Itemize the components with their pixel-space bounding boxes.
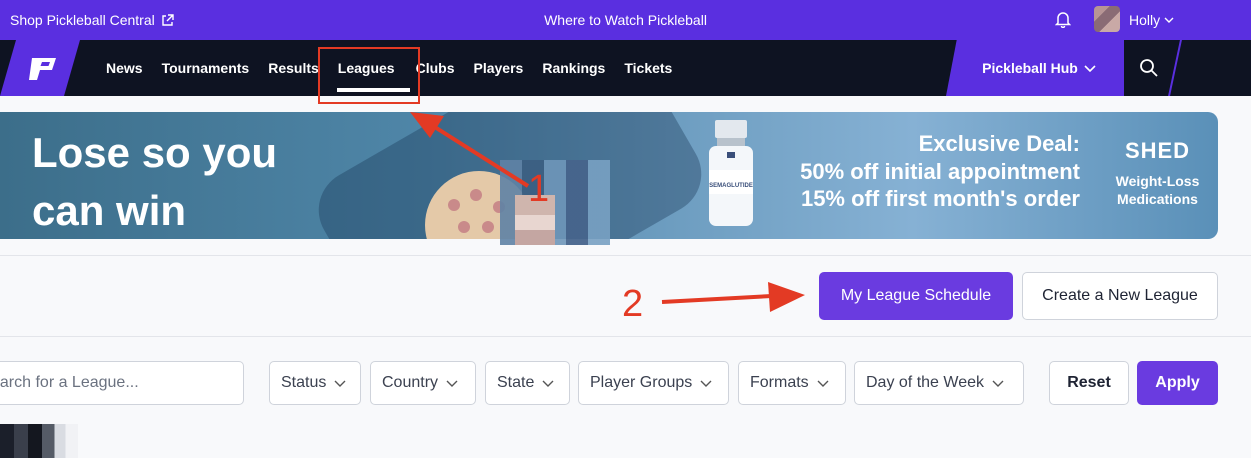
nav-item-results[interactable]: Results	[268, 60, 319, 76]
annotation-highlight-box	[318, 47, 420, 104]
state-filter-label: State	[497, 374, 535, 391]
divider-top	[0, 255, 1251, 256]
pixelated-area-3	[0, 424, 78, 458]
hub-label: Pickleball Hub	[982, 60, 1078, 76]
my-league-schedule-label: My League Schedule	[840, 287, 992, 304]
reset-label: Reset	[1067, 374, 1111, 391]
formats-filter[interactable]: Formats	[738, 361, 846, 405]
nav-item-rankings[interactable]: Rankings	[542, 60, 605, 76]
status-filter[interactable]: Status	[269, 361, 361, 405]
top-bar: Shop Pickleball Central Where to Watch P…	[0, 0, 1251, 40]
chevron-down-icon	[1084, 64, 1096, 72]
deal-line2: 15% off first month's order	[800, 186, 1080, 211]
search-placeholder: earch for a League...	[0, 374, 139, 391]
where-to-watch-label: Where to Watch Pickleball	[544, 12, 707, 28]
annotation-arrow-2	[661, 282, 805, 312]
annotation-number-1: 1	[528, 168, 550, 210]
banner-headline: Lose so you can win	[32, 124, 277, 239]
country-filter-label: Country	[382, 374, 439, 391]
chevron-down-icon	[446, 380, 458, 387]
user-name: Holly	[1129, 12, 1161, 28]
nav-item-news[interactable]: News	[106, 60, 143, 76]
create-league-label: Create a New League	[1042, 287, 1198, 304]
apply-label: Apply	[1155, 374, 1200, 391]
shed-sub2: Medications	[1117, 191, 1198, 207]
state-filter[interactable]: State	[485, 361, 570, 405]
my-league-schedule-button[interactable]: My League Schedule	[819, 272, 1013, 320]
banner-headline-line1: Lose so you	[32, 129, 278, 176]
nav-item-tickets[interactable]: Tickets	[624, 60, 672, 76]
deal-title: Exclusive Deal:	[918, 131, 1080, 156]
day-of-week-filter-label: Day of the Week	[866, 374, 984, 391]
deal-text: Exclusive Deal: 50% off initial appointm…	[780, 130, 1080, 212]
formats-filter-label: Formats	[750, 374, 809, 391]
deal-line1: 50% off initial appointment	[800, 159, 1080, 184]
shed-brand: SHED Weight-Loss Medications	[1110, 138, 1205, 208]
vial-image	[709, 120, 753, 226]
create-league-button[interactable]: Create a New League	[1022, 272, 1218, 320]
chevron-down-icon	[542, 380, 554, 387]
country-filter[interactable]: Country	[370, 361, 476, 405]
chevron-down-icon	[817, 380, 829, 387]
divider-bottom	[0, 336, 1251, 337]
league-search-input[interactable]: earch for a League...	[0, 361, 244, 405]
chevron-down-icon	[334, 380, 346, 387]
avatar[interactable]	[1094, 6, 1120, 32]
shed-sub1: Weight-Loss	[1115, 173, 1200, 189]
banner-headline-line2: can win	[32, 187, 187, 234]
chevron-down-icon	[700, 380, 712, 387]
shed-logo: SHED	[1124, 138, 1191, 163]
chevron-down-icon	[1164, 17, 1174, 23]
nav-item-players[interactable]: Players	[474, 60, 524, 76]
apply-button[interactable]: Apply	[1137, 361, 1218, 405]
annotation-number-2: 2	[622, 283, 644, 325]
player-groups-filter-label: Player Groups	[590, 374, 693, 391]
vial-label: SEMAGLUTIDE	[709, 183, 753, 189]
nav-item-tournaments[interactable]: Tournaments	[162, 60, 250, 76]
status-filter-label: Status	[281, 374, 327, 391]
pickleball-hub-dropdown[interactable]: Pickleball Hub	[946, 40, 1124, 96]
user-menu[interactable]: Holly	[1129, 12, 1174, 28]
nav-item-clubs[interactable]: Clubs	[416, 60, 455, 76]
search-icon[interactable]	[1139, 58, 1159, 78]
player-groups-filter[interactable]: Player Groups	[578, 361, 729, 405]
logo-icon[interactable]	[26, 58, 58, 80]
day-of-week-filter[interactable]: Day of the Week	[854, 361, 1024, 405]
bell-icon[interactable]	[1055, 10, 1071, 28]
chevron-down-icon	[992, 380, 1004, 387]
reset-button[interactable]: Reset	[1049, 361, 1129, 405]
